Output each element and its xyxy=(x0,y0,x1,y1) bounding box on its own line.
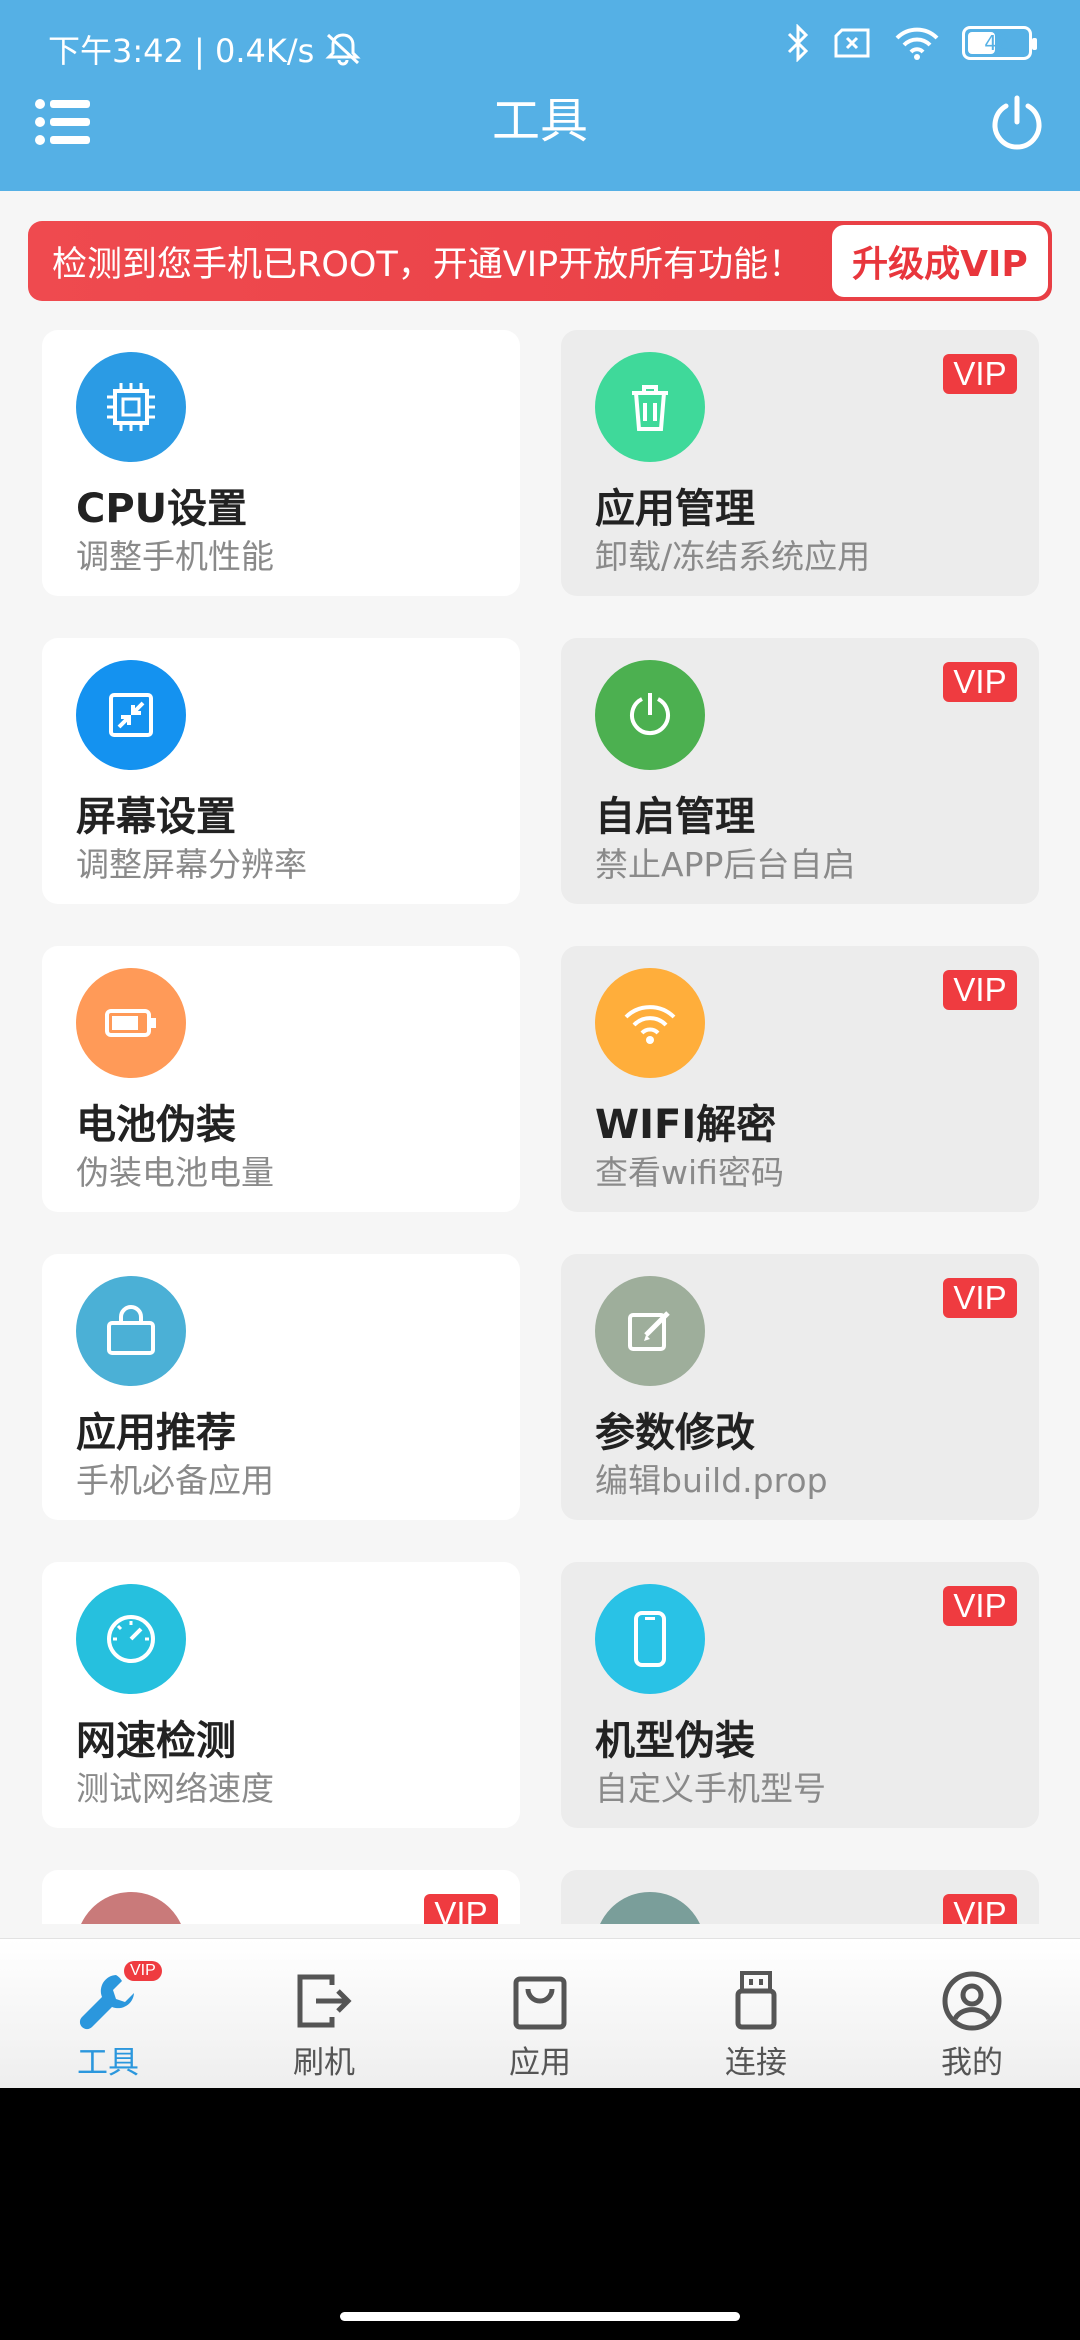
wifi-icon xyxy=(624,1005,676,1044)
shrink-screen-icon xyxy=(109,693,153,737)
vip-badge: VIP xyxy=(943,662,1017,702)
flash-exit-icon xyxy=(297,1974,352,2028)
tool-card[interactable]: 屏幕设置调整屏幕分辨率 xyxy=(42,638,520,904)
status-time-speed: 下午3:42 | 0.4K/s xyxy=(48,32,315,70)
root-vip-banner: 检测到您手机已ROOT，开通VIP开放所有功能！ 升级成VIP xyxy=(28,221,1052,301)
nav-flash[interactable]: 刷机 xyxy=(216,1939,432,2088)
nav-mine[interactable]: 我的 xyxy=(864,1939,1080,2088)
nav-label: 工具 xyxy=(77,2045,139,2081)
power-cycle-icon xyxy=(630,693,670,736)
trash-icon xyxy=(632,385,668,431)
tool-card[interactable]: 网速检测测试网络速度 xyxy=(42,1562,520,1828)
usb-icon xyxy=(735,1971,777,2030)
battery-icon: 42 xyxy=(962,26,1037,60)
home-indicator xyxy=(340,2312,740,2321)
tool-title: 参数修改 xyxy=(595,1410,755,1456)
tool-icon-circle xyxy=(76,352,186,462)
tool-icon-circle xyxy=(76,1584,186,1694)
sim-off-icon xyxy=(834,28,870,58)
nav-vip-badge: VIP xyxy=(124,1961,162,1981)
tool-title: 自启管理 xyxy=(595,794,755,840)
user-icon xyxy=(942,1971,1002,2031)
nav-tools[interactable]: VIP 工具 xyxy=(0,1939,216,2088)
mute-bell-icon xyxy=(325,33,361,66)
tool-subtitle: 调整屏幕分辨率 xyxy=(76,845,307,884)
tool-subtitle: 禁止APP后台自启 xyxy=(595,845,856,884)
tool-icon-circle xyxy=(76,968,186,1078)
chip-icon xyxy=(107,383,155,431)
vip-badge: VIP xyxy=(943,1894,1017,1924)
tool-subtitle: 测试网络速度 xyxy=(76,1769,274,1808)
vip-badge: VIP xyxy=(943,970,1017,1010)
upgrade-vip-button[interactable]: 升级成VIP xyxy=(832,225,1048,297)
power-button[interactable] xyxy=(988,94,1046,152)
tool-title: CPU设置 xyxy=(76,486,248,532)
tool-card[interactable]: CPU设置调整手机性能 xyxy=(42,330,520,596)
tool-card[interactable]: 参数修改编辑build.prop VIP xyxy=(561,1254,1039,1520)
status-left: 下午3:42 | 0.4K/s xyxy=(48,26,362,72)
status-bar: 下午3:42 | 0.4K/s 42 xyxy=(0,0,1080,90)
tool-title: 应用推荐 xyxy=(76,1410,236,1456)
phone-icon xyxy=(634,1611,666,1667)
tool-title: 机型伪装 xyxy=(595,1718,755,1764)
tool-card[interactable]: 电池伪装伪装电池电量 xyxy=(42,946,520,1212)
nav-connect[interactable]: 连接 xyxy=(648,1939,864,2088)
tool-card[interactable]: 自启管理禁止APP后台自启 VIP xyxy=(561,638,1039,904)
tool-icon-circle xyxy=(76,1276,186,1386)
tool-icon-circle xyxy=(76,1892,186,1924)
nav-label: 连接 xyxy=(725,2045,787,2081)
tool-card[interactable]: 应用管理卸载/冻结系统应用 VIP xyxy=(561,330,1039,596)
bluetooth-icon xyxy=(787,24,809,62)
tool-card[interactable]: WIFI解密查看wifi密码 VIP xyxy=(561,946,1039,1212)
tool-icon-circle xyxy=(595,1892,705,1924)
bag-icon xyxy=(513,1976,567,2030)
nav-label: 我的 xyxy=(941,2045,1003,2081)
tool-icon-circle xyxy=(595,968,705,1078)
tools-grid: CPU设置 调整手机性能 应用管理 卸载/冻结系统应用 VIP 屏幕设置 调整屏幕分辨率 自启… xyxy=(0,330,1080,1924)
vip-badge: VIP xyxy=(943,1278,1017,1318)
tool-subtitle: 调整手机性能 xyxy=(76,537,274,576)
status-right: 42 xyxy=(786,24,1037,62)
battery-level: 42 xyxy=(984,31,1010,55)
shopping-bag-icon xyxy=(107,1305,155,1355)
tool-subtitle: 伪装电池电量 xyxy=(76,1153,274,1192)
app-header: 下午3:42 | 0.4K/s 42 工具 xyxy=(0,0,1080,191)
edit-icon xyxy=(628,1311,670,1351)
app-screen: 下午3:42 | 0.4K/s 42 工具 检测到您手机已ROOT，开通VIP开… xyxy=(0,0,1080,2088)
tool-title: 网速检测 xyxy=(76,1718,236,1764)
page-title: 工具 xyxy=(491,93,588,149)
tool-subtitle: 手机必备应用 xyxy=(76,1461,274,1500)
tool-icon-circle xyxy=(76,660,186,770)
battery-icon xyxy=(105,1009,156,1037)
tool-title: 屏幕设置 xyxy=(76,794,236,840)
tool-card[interactable]: 应用推荐手机必备应用 xyxy=(42,1254,520,1520)
bottom-nav: VIP 工具 刷机 应用 连接 我的 xyxy=(0,1938,1080,2088)
tool-icon-circle xyxy=(595,1276,705,1386)
tool-title: 电池伪装 xyxy=(76,1102,236,1148)
vip-badge: VIP xyxy=(943,1586,1017,1626)
tool-card[interactable]: 机型伪装自定义手机型号 VIP xyxy=(561,1562,1039,1828)
tool-subtitle: 卸载/冻结系统应用 xyxy=(595,537,871,576)
banner-text: 检测到您手机已ROOT，开通VIP开放所有功能！ xyxy=(52,244,804,285)
tool-subtitle: 查看wifi密码 xyxy=(595,1153,784,1192)
tool-icon-circle xyxy=(595,660,705,770)
nav-label: 刷机 xyxy=(293,2045,355,2081)
wifi-status-icon xyxy=(895,27,939,60)
tool-title: 应用管理 xyxy=(595,486,755,532)
nav-apps[interactable]: 应用 xyxy=(432,1939,648,2088)
power-icon xyxy=(992,95,1042,150)
tool-card-partial[interactable]: VIP xyxy=(42,1870,520,1924)
tool-title: WIFI解密 xyxy=(595,1102,777,1148)
vip-badge: VIP xyxy=(424,1894,498,1924)
tool-subtitle: 自定义手机型号 xyxy=(595,1769,826,1808)
tool-icon-circle xyxy=(595,352,705,462)
tool-icon-circle xyxy=(595,1584,705,1694)
tool-subtitle: 编辑build.prop xyxy=(595,1461,828,1500)
tool-card-partial[interactable]: VIP xyxy=(561,1870,1039,1924)
speedometer-icon xyxy=(107,1615,155,1663)
nav-label: 应用 xyxy=(509,2045,571,2081)
vip-badge: VIP xyxy=(943,354,1017,394)
